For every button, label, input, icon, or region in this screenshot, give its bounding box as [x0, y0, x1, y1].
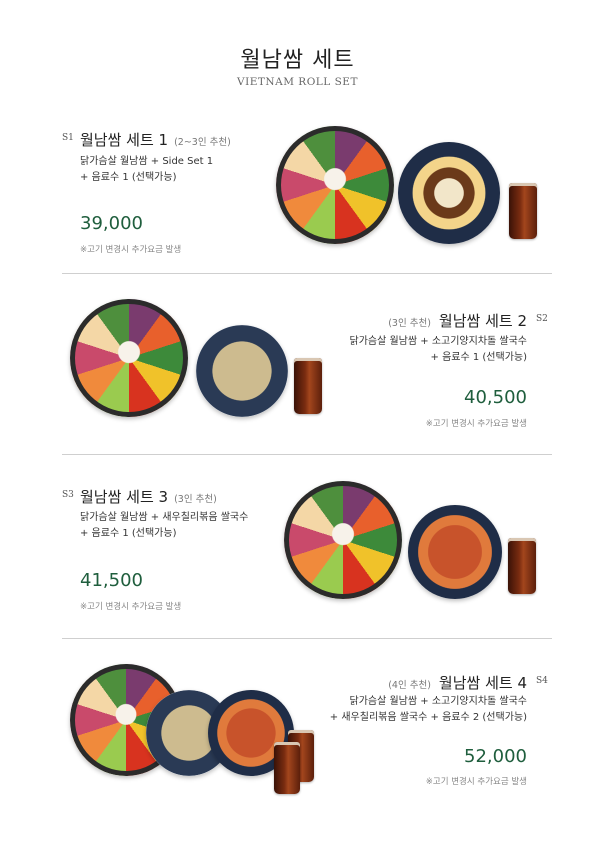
drink-image: [509, 183, 537, 239]
set-name-text: 월남쌈 세트 4: [438, 674, 527, 692]
set-price: 52,000: [464, 746, 527, 767]
set-name: (4인 추천) 월남쌈 세트 4: [388, 672, 527, 693]
set-price: 39,000: [80, 213, 143, 234]
set-code: S1: [62, 133, 74, 143]
set-desc-line: 닭가슴살 월남쌈 + Side Set 1: [80, 156, 214, 167]
set-recommend: (4인 추천): [388, 680, 431, 691]
set-price: 40,500: [464, 387, 527, 408]
set-description: 닭가슴살 월남쌈 + Side Set 1 + 음료수 1 (선택가능): [80, 154, 213, 186]
roll-platter-image: [284, 481, 402, 599]
set-note: ※고기 변경시 추가요금 발생: [425, 419, 527, 429]
set-desc-line: 닭가슴살 월남쌈 + 소고기양지차돌 쌀국수: [349, 696, 528, 707]
pho-bowl-image: [196, 325, 288, 417]
set-name-text: 월남쌈 세트 2: [438, 312, 527, 330]
set-description: 닭가슴살 월남쌈 + 새우칠리볶음 쌀국수 + 음료수 1 (선택가능): [80, 510, 248, 542]
set-note: ※고기 변경시 추가요금 발생: [425, 777, 527, 787]
drink-image: [274, 742, 300, 794]
set-name: 월남쌈 세트 3 (3인 추천): [80, 486, 217, 507]
set-recommend: (3인 추천): [388, 318, 431, 329]
section-divider: [62, 273, 552, 274]
set-note: ※고기 변경시 추가요금 발생: [80, 245, 182, 255]
set-recommend: (3인 추천): [174, 494, 217, 505]
set-desc-line: + 새우칠리볶음 쌀국수 + 음료수 2 (선택가능): [329, 712, 527, 723]
set-description: 닭가슴살 월남쌈 + 소고기양지차돌 쌀국수 + 음료수 1 (선택가능): [350, 334, 528, 366]
section-divider: [62, 454, 552, 455]
side-set-image: [398, 142, 500, 244]
set-desc-line: + 음료수 1 (선택가능): [80, 172, 177, 183]
set-code: S2: [536, 314, 548, 324]
set-desc-line: 닭가슴살 월남쌈 + 소고기양지차돌 쌀국수: [349, 336, 528, 347]
set-recommend: (2~3인 추천): [174, 137, 231, 148]
set-note: ※고기 변경시 추가요금 발생: [80, 602, 182, 612]
set-code: S3: [62, 490, 74, 500]
set-price: 41,500: [80, 570, 143, 591]
chili-shrimp-noodle-image: [408, 505, 502, 599]
drink-image: [294, 358, 322, 414]
drink-image: [508, 538, 536, 594]
page-title: 월남쌈 세트: [240, 48, 355, 73]
set-name: (3인 추천) 월남쌈 세트 2: [388, 310, 527, 331]
set-name-text: 월남쌈 세트 3: [80, 488, 169, 506]
page-subtitle: VIETNAM ROLL SET: [237, 76, 358, 88]
set-desc-line: 닭가슴살 월남쌈 + 새우칠리볶음 쌀국수: [80, 512, 249, 523]
set-desc-line: + 음료수 1 (선택가능): [80, 528, 177, 539]
set-name: 월남쌈 세트 1 (2~3인 추천): [80, 129, 231, 150]
set-description: 닭가슴살 월남쌈 + 소고기양지차돌 쌀국수 + 새우칠리볶음 쌀국수 + 음료…: [330, 694, 527, 726]
roll-platter-image: [70, 299, 188, 417]
section-divider: [62, 638, 552, 639]
set-name-text: 월남쌈 세트 1: [80, 131, 169, 149]
set-desc-line: + 음료수 1 (선택가능): [430, 352, 527, 363]
set-code: S4: [536, 676, 548, 686]
roll-platter-image: [276, 126, 394, 244]
